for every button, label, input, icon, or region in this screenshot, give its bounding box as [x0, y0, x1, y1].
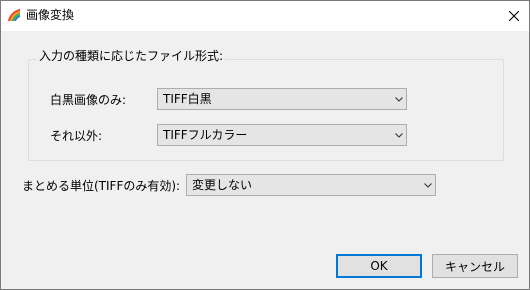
other-label: それ以外: — [50, 129, 103, 143]
close-button[interactable] — [499, 1, 529, 31]
cancel-button[interactable]: キャンセル — [432, 254, 518, 278]
mono-only-label: 白黒画像のみ: — [50, 93, 127, 107]
ok-button[interactable]: OK — [336, 254, 422, 278]
chevron-down-icon — [421, 175, 435, 195]
app-logo-icon — [8, 9, 20, 21]
title-bar: 画像変換 — [1, 1, 529, 31]
chevron-down-icon — [392, 89, 406, 109]
unit-value: 変更しない — [192, 178, 253, 192]
close-icon — [509, 11, 519, 21]
unit-label: まとめる単位(TIFFのみ有効): — [22, 179, 181, 193]
unit-select[interactable]: 変更しない — [186, 174, 436, 196]
format-group-legend: 入力の種類に応じたファイル形式: — [37, 49, 226, 63]
window-title: 画像変換 — [26, 8, 75, 22]
mono-format-select[interactable]: TIFF白黒 — [157, 88, 407, 110]
other-format-select[interactable]: TIFFフルカラー — [157, 124, 407, 146]
other-format-value: TIFFフルカラー — [163, 128, 248, 142]
chevron-down-icon — [392, 125, 406, 145]
dialog-window: 画像変換 入力の種類に応じたファイル形式: 白黒画像のみ: TIFF白黒 それ以… — [0, 0, 530, 290]
mono-format-value: TIFF白黒 — [163, 92, 212, 106]
